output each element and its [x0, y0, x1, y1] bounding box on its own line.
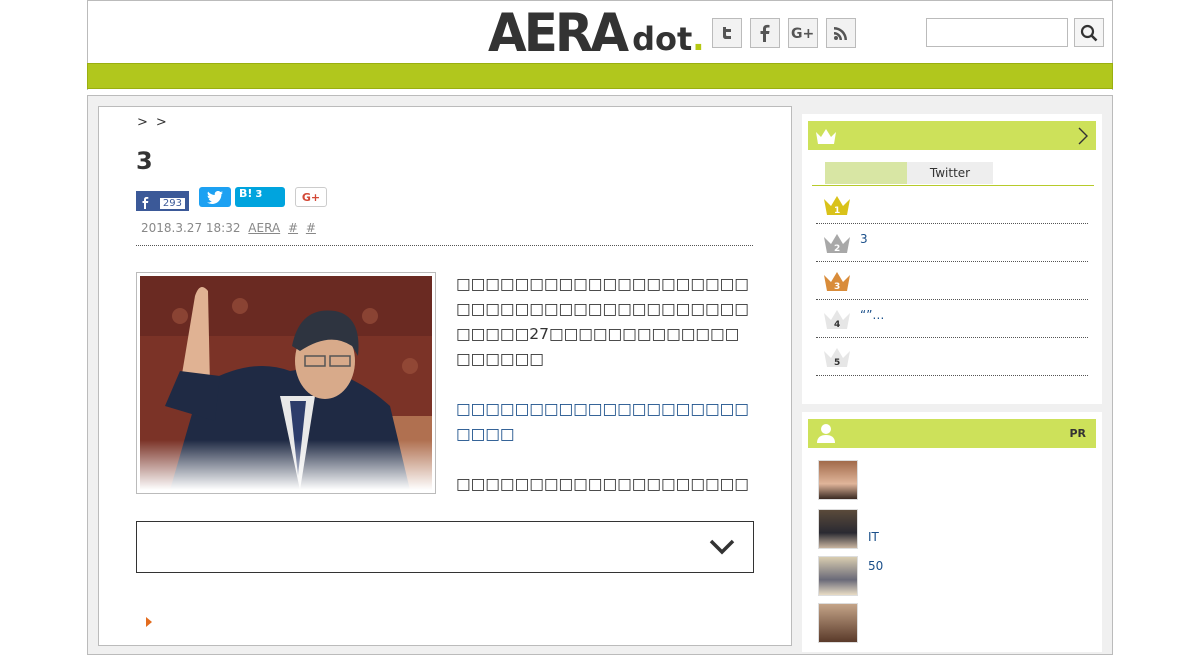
facebook-icon: [142, 197, 149, 209]
crown-gold-icon: 1: [824, 196, 850, 216]
search-button[interactable]: [1074, 18, 1104, 47]
svg-text:G+: G+: [791, 26, 814, 41]
pr-item-title: 50: [868, 559, 884, 573]
article-paragraph: □□□□□□□□□□□□□□□□□□□□□□□□□□□□□□□□□□□□□□□□…: [456, 475, 749, 493]
rss-icon[interactable]: [826, 18, 856, 48]
article-photo-image: [140, 276, 432, 490]
svg-text:3: 3: [834, 282, 840, 292]
article-inline-link[interactable]: □□□□□□□□□□□□□□□□□□□□□□□□: [456, 397, 752, 447]
ranking-tabs: Twitter: [825, 162, 993, 184]
article-meta: 2018.3.27 18:32 AERA # #: [136, 221, 753, 246]
pr-item-title: IT: [868, 530, 879, 544]
site-logo[interactable]: AERA dot.: [488, 2, 705, 64]
pr-item[interactable]: IT: [818, 509, 879, 549]
svg-text:2: 2: [834, 244, 840, 254]
pr-thumbnail: [818, 460, 858, 500]
chevron-right-icon[interactable]: [1078, 127, 1088, 145]
read-more-button[interactable]: [136, 521, 754, 573]
article-date: 2018.3.27 18:32: [141, 221, 241, 235]
share-buttons: 293 B! 3 G+: [136, 187, 327, 211]
google-plus-icon[interactable]: G+: [788, 18, 818, 48]
search-input[interactable]: [926, 18, 1068, 47]
article-photo[interactable]: [136, 272, 436, 494]
svg-text:5: 5: [834, 358, 840, 368]
logo-main-text: AERA: [488, 2, 629, 64]
facebook-share-count: 293: [159, 198, 185, 209]
google-plus-share-button[interactable]: G+: [295, 187, 327, 207]
article-title: 3: [136, 147, 153, 175]
ranking-item-title: “”…: [860, 308, 885, 322]
hatena-bookmark-button[interactable]: B! 3: [235, 187, 285, 207]
breadcrumb-separator[interactable]: >: [156, 115, 167, 130]
breadcrumb-separator[interactable]: >: [137, 115, 148, 130]
pr-item[interactable]: 50: [818, 556, 883, 596]
person-icon: [817, 424, 835, 443]
nav-bar: [87, 63, 1113, 89]
ranking-widget: Twitter 1 2 3 3 4 “”… 5: [802, 114, 1102, 404]
ranking-item[interactable]: 2 3: [816, 224, 1088, 262]
article-body: □□□□□□□□□□□□□□□□□□□□□□□□□□□□□□□□□□□□□□□□…: [456, 272, 752, 494]
hatena-count: 3: [255, 189, 263, 200]
pr-thumbnail: [818, 509, 858, 549]
pr-item[interactable]: [818, 603, 858, 643]
svg-text:4: 4: [834, 320, 840, 330]
pr-widget: PR IT 50: [802, 412, 1102, 652]
twitter-share-button[interactable]: [199, 187, 231, 207]
pr-thumbnail: [818, 603, 858, 643]
search-area: [926, 18, 1104, 47]
twitter-icon[interactable]: [712, 18, 742, 48]
hatena-label: B!: [239, 187, 253, 200]
pr-item[interactable]: [818, 460, 858, 500]
chevron-down-icon: [709, 539, 735, 555]
orange-triangle-icon: [146, 617, 152, 630]
crown-silver-icon: 2: [824, 234, 850, 254]
social-links: G+: [712, 18, 856, 48]
pr-header: PR: [808, 419, 1096, 448]
article-tag-link[interactable]: #: [306, 221, 316, 235]
pr-thumbnail: [818, 556, 858, 596]
facebook-icon[interactable]: [750, 18, 780, 48]
ranking-item[interactable]: 3: [816, 262, 1088, 300]
ranking-item-title: 3: [860, 232, 868, 246]
svg-text:1: 1: [834, 206, 840, 216]
tab-ranking-default[interactable]: [825, 162, 907, 184]
twitter-bird-icon: [207, 190, 223, 204]
pr-label: PR: [1069, 427, 1086, 440]
article-paragraph: □□□□□□□□□□□□□□□□□□□□□□□□□□□□□□□□□□□□□□□□…: [456, 275, 749, 368]
crown-bronze-icon: 3: [824, 272, 850, 292]
breadcrumb: > >: [137, 115, 167, 130]
tab-twitter[interactable]: Twitter: [907, 162, 993, 184]
article-author-link[interactable]: AERA: [248, 221, 280, 235]
crown-plain-icon: 4: [824, 310, 850, 330]
search-icon: [1080, 24, 1098, 41]
ranking-header: [808, 121, 1096, 150]
ranking-item[interactable]: 1: [816, 186, 1088, 224]
crown-plain-icon: 5: [824, 348, 850, 368]
ranking-item[interactable]: 4 “”…: [816, 300, 1088, 338]
article-tag-link[interactable]: #: [288, 221, 298, 235]
article-panel: > > 3 293 B! 3 G+ 2018.3.27 18:32 AERA #…: [98, 106, 792, 646]
crown-icon: [816, 129, 836, 144]
logo-sub-text: dot.: [632, 20, 705, 58]
ranking-item[interactable]: 5: [816, 338, 1088, 376]
facebook-share-button[interactable]: 293: [136, 191, 189, 211]
